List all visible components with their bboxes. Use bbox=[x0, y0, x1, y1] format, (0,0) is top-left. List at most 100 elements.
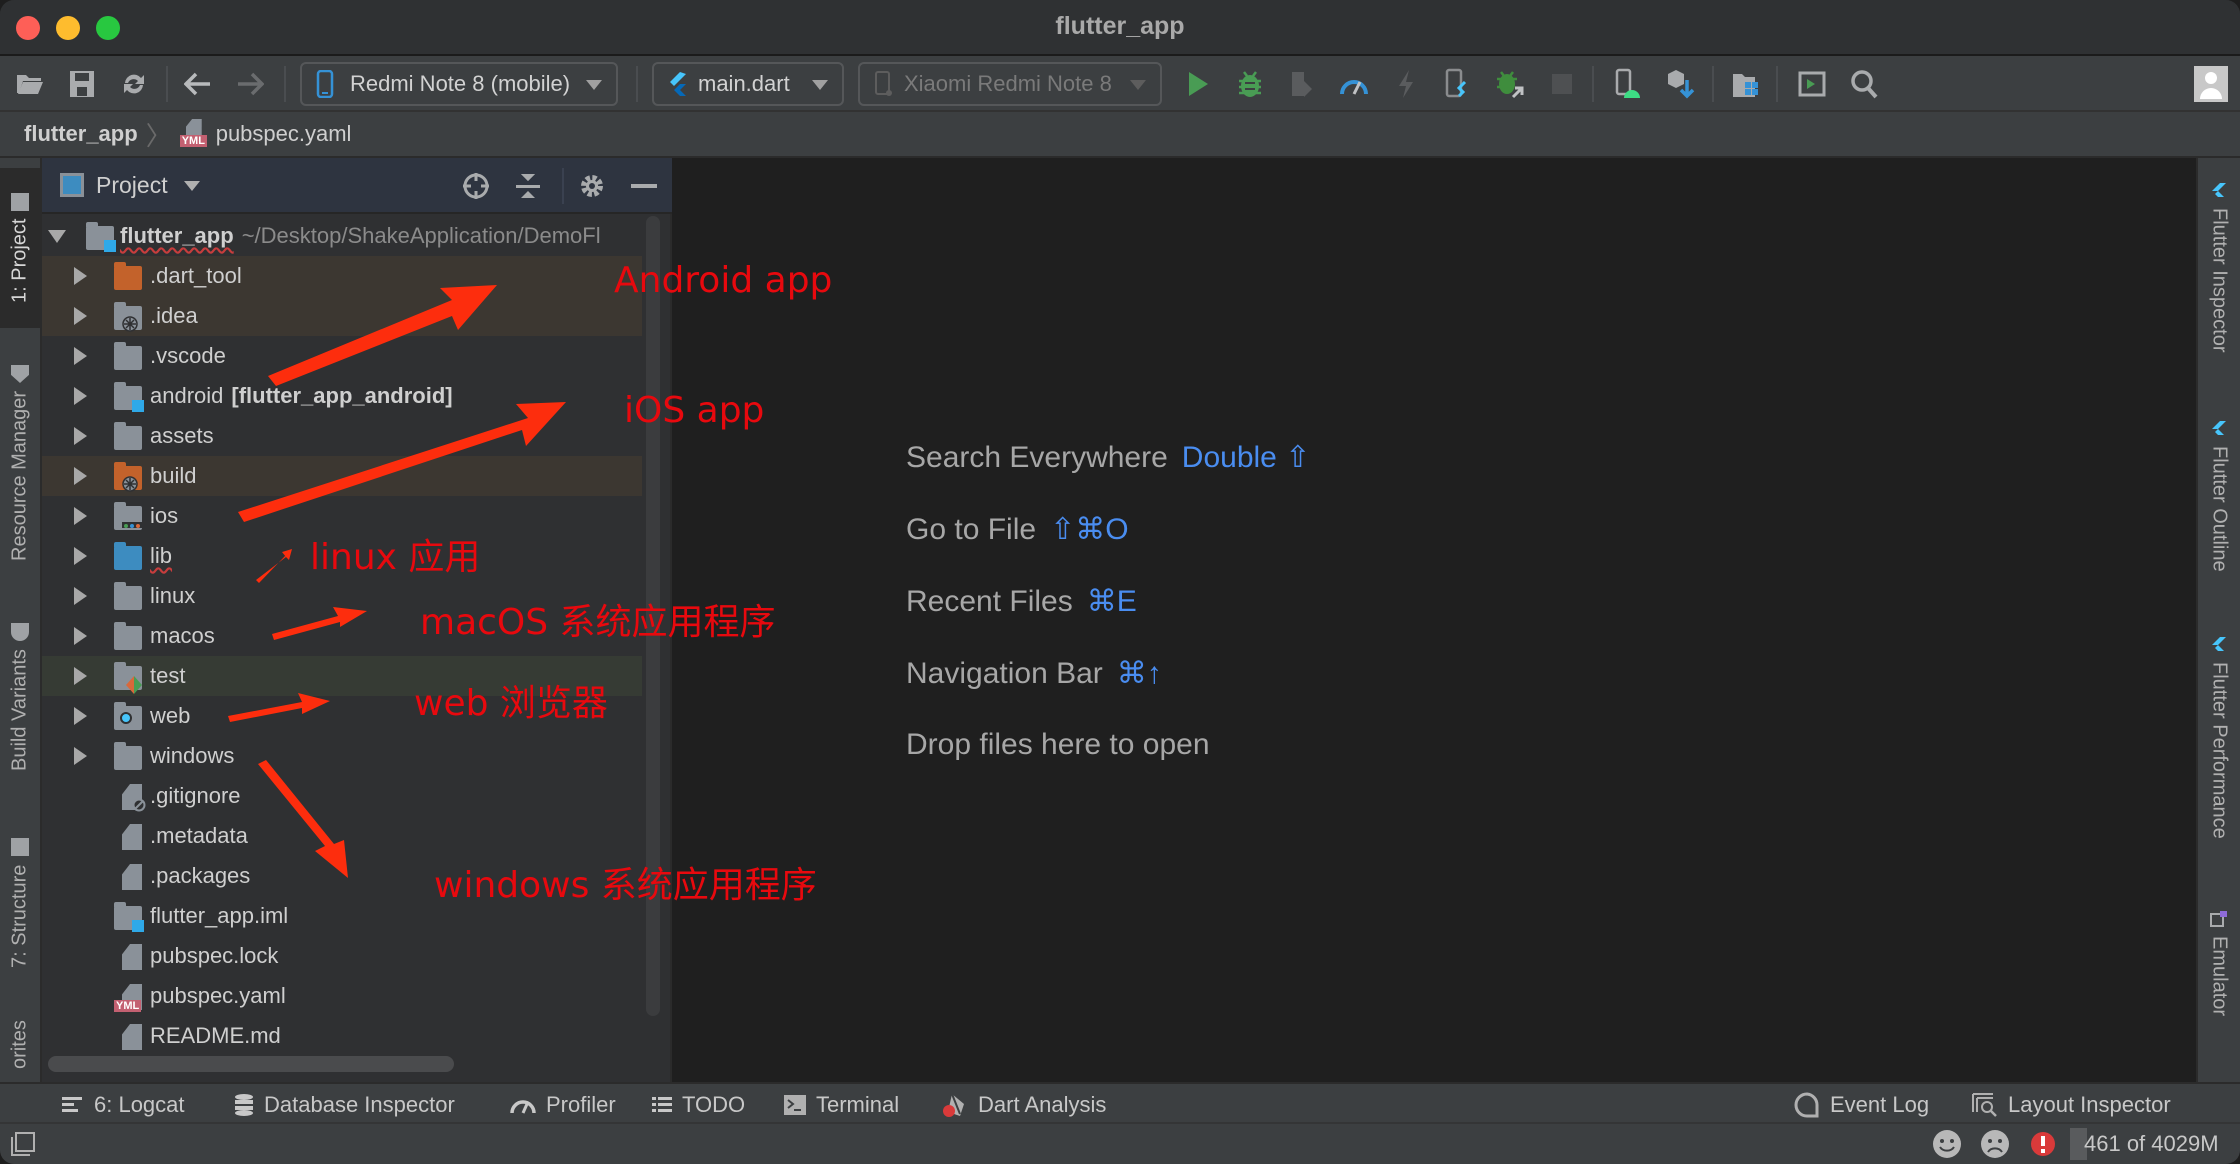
device-selector[interactable]: Redmi Note 8 (mobile) bbox=[300, 62, 618, 106]
expand-arrow-icon[interactable] bbox=[74, 587, 87, 605]
tree-item-label: build bbox=[150, 463, 197, 488]
expand-arrow-icon[interactable] bbox=[74, 667, 87, 685]
toggle-tool-windows-icon[interactable] bbox=[10, 1130, 36, 1158]
run-anything-icon[interactable] bbox=[1796, 68, 1828, 100]
target-device-selector[interactable]: Xiaomi Redmi Note 8 bbox=[858, 62, 1162, 106]
stop-icon[interactable] bbox=[1546, 68, 1578, 100]
tool-tab-resource-manager[interactable]: Resource Manager bbox=[0, 348, 40, 578]
flutter-icon bbox=[2212, 637, 2226, 651]
annotation-macos: macOS 系统应用程序 bbox=[420, 602, 776, 643]
tree-folder-item[interactable]: .vscode bbox=[42, 336, 642, 376]
tool-tab-emulator[interactable]: Emulator bbox=[2198, 910, 2240, 1050]
expand-arrow-icon[interactable] bbox=[74, 267, 87, 285]
project-structure-icon[interactable] bbox=[1730, 68, 1762, 100]
tool-tab-profiler[interactable]: Profiler bbox=[510, 1090, 616, 1120]
chevron-down-icon[interactable] bbox=[183, 181, 200, 191]
attach-debugger-icon[interactable] bbox=[1286, 68, 1318, 100]
avd-manager-icon[interactable] bbox=[1612, 68, 1644, 100]
tool-tab-flutter-outline[interactable]: Flutter Outline bbox=[2198, 420, 2240, 600]
frown-feedback-icon[interactable] bbox=[1980, 1130, 2010, 1158]
locate-file-icon[interactable] bbox=[460, 170, 492, 202]
smiley-feedback-icon[interactable] bbox=[1932, 1130, 1962, 1158]
tree-file-item[interactable]: README.md bbox=[42, 1016, 642, 1056]
tool-tab-favorites[interactable]: orites bbox=[0, 1008, 40, 1082]
tree-folder-item[interactable]: build bbox=[42, 456, 642, 496]
expand-arrow-icon[interactable] bbox=[74, 427, 87, 445]
user-avatar[interactable] bbox=[2194, 66, 2228, 102]
expand-arrow-icon[interactable] bbox=[74, 347, 87, 365]
sync-icon[interactable] bbox=[118, 68, 150, 100]
hint-recent-files: Recent Files ⌘E bbox=[906, 585, 1137, 618]
tool-tab-flutter-performance[interactable]: Flutter Performance bbox=[2198, 636, 2240, 876]
tree-folder-item[interactable]: .idea bbox=[42, 296, 642, 336]
tool-tab-label: 1: Project bbox=[8, 218, 31, 304]
expand-arrow-icon[interactable] bbox=[74, 707, 87, 725]
tool-tab-label: TODO bbox=[682, 1092, 746, 1117]
tree-folder-item[interactable]: .dart_tool bbox=[42, 256, 642, 296]
tool-tab-label: 6: Logcat bbox=[94, 1092, 185, 1117]
tree-file-item[interactable]: pubspec.lock bbox=[42, 936, 642, 976]
tool-tab-logcat[interactable]: 6: Logcat bbox=[62, 1090, 185, 1120]
expand-arrow-icon[interactable] bbox=[74, 467, 87, 485]
expand-arrow-icon[interactable] bbox=[74, 627, 87, 645]
horizontal-scrollbar[interactable] bbox=[48, 1056, 454, 1072]
tool-tab-dart-analysis[interactable]: Dart Analysis bbox=[942, 1090, 1106, 1120]
gear-icon[interactable] bbox=[576, 170, 608, 202]
tool-tab-structure[interactable]: 7: Structure bbox=[0, 818, 40, 988]
breadcrumb-root[interactable]: flutter_app bbox=[24, 121, 138, 147]
expand-arrow-icon[interactable] bbox=[74, 547, 87, 565]
expand-arrow-icon[interactable] bbox=[74, 387, 87, 405]
expand-arrow-icon[interactable] bbox=[74, 747, 87, 765]
save-all-icon[interactable] bbox=[66, 68, 98, 100]
tree-folder-item[interactable]: assets bbox=[42, 416, 642, 456]
tree-file-item[interactable]: .metadata bbox=[42, 816, 642, 856]
tree-folder-item[interactable]: windows bbox=[42, 736, 642, 776]
tool-tab-build-variants[interactable]: Build Variants bbox=[0, 602, 40, 792]
forward-arrow-icon[interactable] bbox=[234, 68, 266, 100]
tool-tab-project[interactable]: 1: Project bbox=[0, 168, 40, 328]
tree-file-item[interactable]: YML pubspec.yaml bbox=[42, 976, 642, 1016]
debug-attach-icon[interactable] bbox=[1494, 68, 1526, 100]
tree-folder-item[interactable]: android [flutter_app_android] bbox=[42, 376, 642, 416]
chevron-down-icon bbox=[1130, 80, 1146, 90]
run-config-selector[interactable]: main.dart bbox=[652, 62, 844, 106]
tree-item-label: flutter_app.iml bbox=[150, 903, 289, 928]
expand-arrow-icon[interactable] bbox=[48, 229, 66, 243]
profile-icon[interactable] bbox=[1338, 68, 1370, 100]
run-icon[interactable] bbox=[1182, 68, 1214, 100]
error-indicator-icon[interactable] bbox=[2030, 1130, 2056, 1158]
title-bar: flutter_app bbox=[0, 0, 2240, 56]
tool-tab-terminal[interactable]: Terminal bbox=[784, 1090, 899, 1120]
sdk-manager-icon[interactable] bbox=[1664, 68, 1696, 100]
memory-indicator[interactable]: 461 of 4029M bbox=[2070, 1128, 2220, 1160]
root-name: flutter_app bbox=[120, 223, 234, 248]
status-bar: 461 of 4029M bbox=[0, 1124, 2240, 1164]
tree-item-label: .gitignore bbox=[150, 783, 241, 808]
breadcrumb-file[interactable]: pubspec.yaml bbox=[216, 121, 352, 147]
tool-tab-todo[interactable]: TODO bbox=[652, 1090, 745, 1120]
hide-panel-icon[interactable] bbox=[628, 170, 660, 202]
expand-arrow-icon[interactable] bbox=[74, 307, 87, 325]
apply-changes-icon[interactable] bbox=[1390, 68, 1422, 100]
tool-tab-layout-inspector[interactable]: Layout Inspector bbox=[1972, 1090, 2171, 1120]
flutter-hot-reload-icon[interactable] bbox=[1442, 68, 1474, 100]
collapse-all-icon[interactable] bbox=[512, 170, 544, 202]
open-folder-icon[interactable] bbox=[14, 68, 46, 100]
tool-tab-flutter-inspector[interactable]: Flutter Inspector bbox=[2198, 182, 2240, 402]
tree-file-item[interactable]: .gitignore bbox=[42, 776, 642, 816]
tool-tab-database-inspector[interactable]: Database Inspector bbox=[234, 1090, 455, 1120]
tree-item-label: web bbox=[150, 703, 191, 728]
search-icon[interactable] bbox=[1848, 68, 1880, 100]
tree-root[interactable]: flutter_app ~/Desktop/ShakeApplication/De… bbox=[42, 216, 642, 256]
hint-go-to-file: Go to File ⇧⌘O bbox=[906, 513, 1129, 546]
target-device-label: Xiaomi Redmi Note 8 bbox=[904, 71, 1112, 96]
project-view-selector[interactable]: Project bbox=[96, 172, 168, 199]
tool-tab-event-log[interactable]: Event Log bbox=[1794, 1090, 1929, 1120]
tree-item-label: .idea bbox=[150, 303, 198, 328]
expand-arrow-icon[interactable] bbox=[74, 507, 87, 525]
hint-search-everywhere: Search Everywhere Double ⇧ bbox=[906, 441, 1311, 474]
back-arrow-icon[interactable] bbox=[182, 68, 214, 100]
toolbar-separator bbox=[1712, 66, 1714, 102]
debug-icon[interactable] bbox=[1234, 68, 1266, 100]
hint-navigation-bar: Navigation Bar ⌘↑ bbox=[906, 657, 1162, 690]
